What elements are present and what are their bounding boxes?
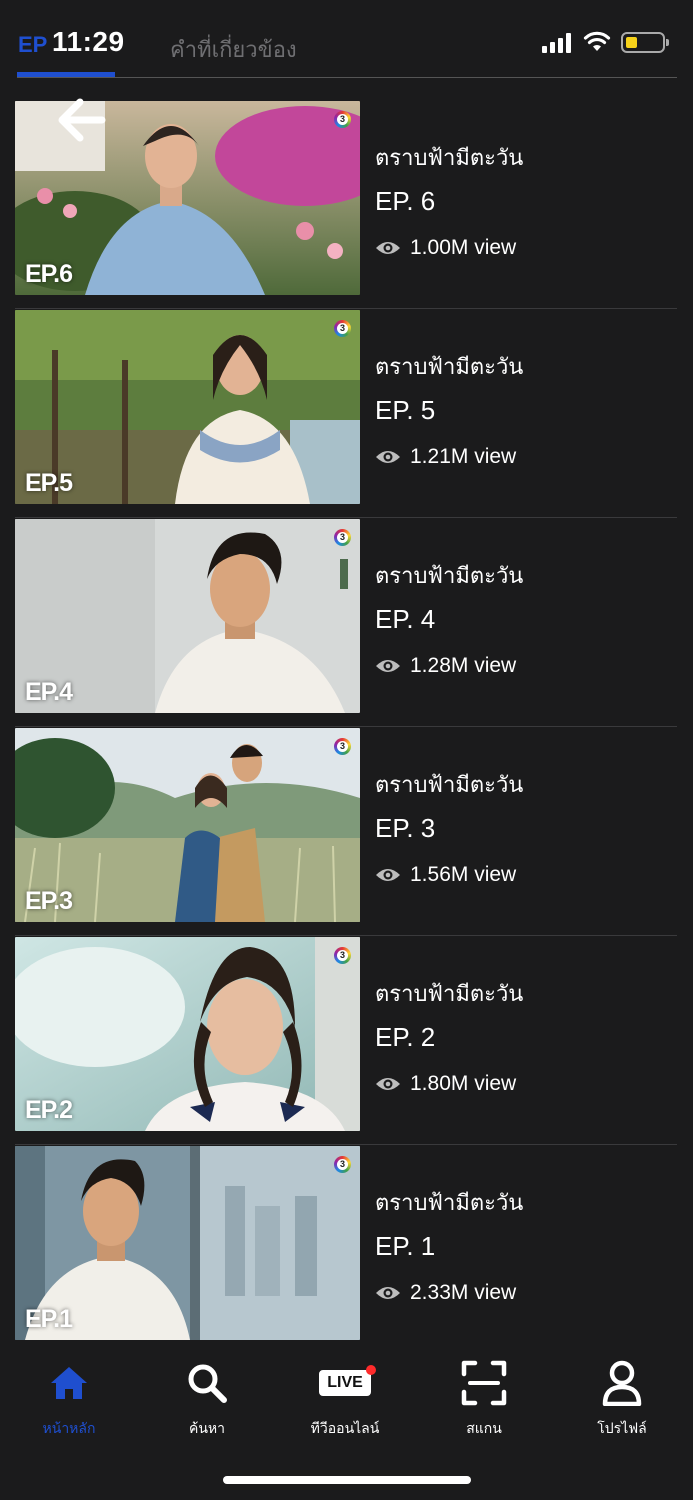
- back-arrow-icon[interactable]: [54, 96, 108, 144]
- episode-views: 1.80M view: [375, 1072, 516, 1096]
- profile-icon: [602, 1360, 642, 1406]
- live-icon: LIVE: [319, 1365, 376, 1396]
- episode-badge: EP.4: [25, 678, 73, 706]
- episode-badge: EP.6: [25, 260, 73, 288]
- episode-show-title: ตราบฟ้ามีตะวัน: [375, 563, 524, 588]
- battery-level: [626, 37, 637, 48]
- nav-search[interactable]: ค้นหา: [147, 1358, 267, 1440]
- status-time: 11:29: [52, 26, 125, 57]
- episode-badge: EP.2: [25, 1096, 73, 1124]
- episode-thumbnail[interactable]: EP.5: [15, 310, 360, 504]
- episode-badge: EP.5: [25, 469, 73, 497]
- eye-icon: [376, 869, 400, 881]
- channel3-logo-icon: [334, 111, 351, 128]
- views-count: 2.33M view: [410, 1281, 517, 1304]
- episode-views: 1.00M view: [375, 236, 516, 260]
- nav-home[interactable]: หน้าหลัก: [9, 1358, 129, 1440]
- views-count: 1.56M view: [410, 863, 517, 886]
- views-count: 1.80M view: [410, 1072, 517, 1095]
- episode-thumbnail[interactable]: EP.3: [15, 728, 360, 922]
- status-bar: 11:29: [0, 0, 693, 80]
- episode-thumbnail[interactable]: EP.1: [15, 1146, 360, 1340]
- home-icon: [51, 1367, 87, 1399]
- episode-badge: EP.3: [25, 887, 73, 915]
- episode-show-title: ตราบฟ้ามีตะวัน: [375, 1190, 524, 1215]
- eye-icon: [376, 242, 400, 254]
- episode-number: EP. 5: [375, 395, 436, 425]
- episode-number: EP. 1: [375, 1231, 436, 1261]
- nav-profile[interactable]: โปรไฟล์: [562, 1358, 682, 1440]
- nav-live-tv[interactable]: LIVE ทีวีออนไลน์: [285, 1358, 405, 1440]
- episode-show-title: ตราบฟ้ามีตะวัน: [375, 981, 524, 1006]
- home-indicator[interactable]: [223, 1476, 471, 1484]
- episode-views: 1.21M view: [375, 445, 516, 469]
- episode-views: 2.33M view: [375, 1281, 516, 1305]
- episode-number: EP. 4: [375, 604, 436, 634]
- cellular-signal-icon: [542, 33, 574, 53]
- episode-row[interactable]: EP.3 ตราบฟ้ามีตะวัน EP. 3 1.56M view: [0, 727, 693, 936]
- views-count: 1.00M view: [410, 236, 517, 259]
- channel3-logo-icon: [334, 529, 351, 546]
- episode-show-title: ตราบฟ้ามีตะวัน: [375, 772, 524, 797]
- views-count: 1.21M view: [410, 445, 517, 468]
- battery-icon: [621, 32, 669, 53]
- live-indicator-dot: [365, 1365, 376, 1375]
- views-count: 1.28M view: [410, 654, 517, 677]
- nav-label: หน้าหลัก: [42, 1420, 96, 1436]
- episode-row[interactable]: EP.2 ตราบฟ้ามีตะวัน EP. 2 1.80M view: [0, 936, 693, 1145]
- nav-label: โปรไฟล์: [597, 1420, 647, 1436]
- episode-show-title: ตราบฟ้ามีตะวัน: [375, 145, 524, 170]
- wifi-icon: [583, 31, 611, 51]
- channel3-logo-icon: [334, 320, 351, 337]
- episode-thumbnail[interactable]: EP.2: [15, 937, 360, 1131]
- nav-label: ทีวีออนไลน์: [310, 1420, 380, 1436]
- episode-views: 1.28M view: [375, 654, 516, 678]
- episode-show-title: ตราบฟ้ามีตะวัน: [375, 354, 524, 379]
- episode-number: EP. 2: [375, 1022, 436, 1052]
- nav-label: ค้นหา: [188, 1420, 226, 1436]
- channel3-logo-icon: [334, 738, 351, 755]
- eye-icon: [376, 660, 400, 672]
- eye-icon: [376, 451, 400, 463]
- eye-icon: [376, 1287, 400, 1299]
- eye-icon: [376, 1078, 400, 1090]
- search-icon: [188, 1364, 227, 1403]
- channel3-logo-icon: [334, 947, 351, 964]
- episode-views: 1.56M view: [375, 863, 516, 887]
- scan-icon: [461, 1360, 507, 1406]
- episode-badge: EP.1: [25, 1305, 73, 1333]
- episode-list: EP.6 ตราบฟ้ามีตะวัน EP. 6 1.00M view: [0, 100, 693, 1354]
- channel3-logo-icon: [334, 1156, 351, 1173]
- episode-number: EP. 6: [375, 186, 436, 216]
- nav-label: สแกน: [466, 1420, 502, 1436]
- episode-row[interactable]: EP.1 ตราบฟ้ามีตะวัน EP. 1 2.33M view: [0, 1145, 693, 1354]
- episode-row[interactable]: EP.4 ตราบฟ้ามีตะวัน EP. 4 1.28M view: [0, 518, 693, 727]
- nav-scan[interactable]: สแกน: [424, 1358, 544, 1440]
- episode-number: EP. 3: [375, 813, 436, 843]
- episode-row[interactable]: EP.5 ตราบฟ้ามีตะวัน EP. 5 1.21M view: [0, 309, 693, 518]
- episode-thumbnail[interactable]: EP.4: [15, 519, 360, 713]
